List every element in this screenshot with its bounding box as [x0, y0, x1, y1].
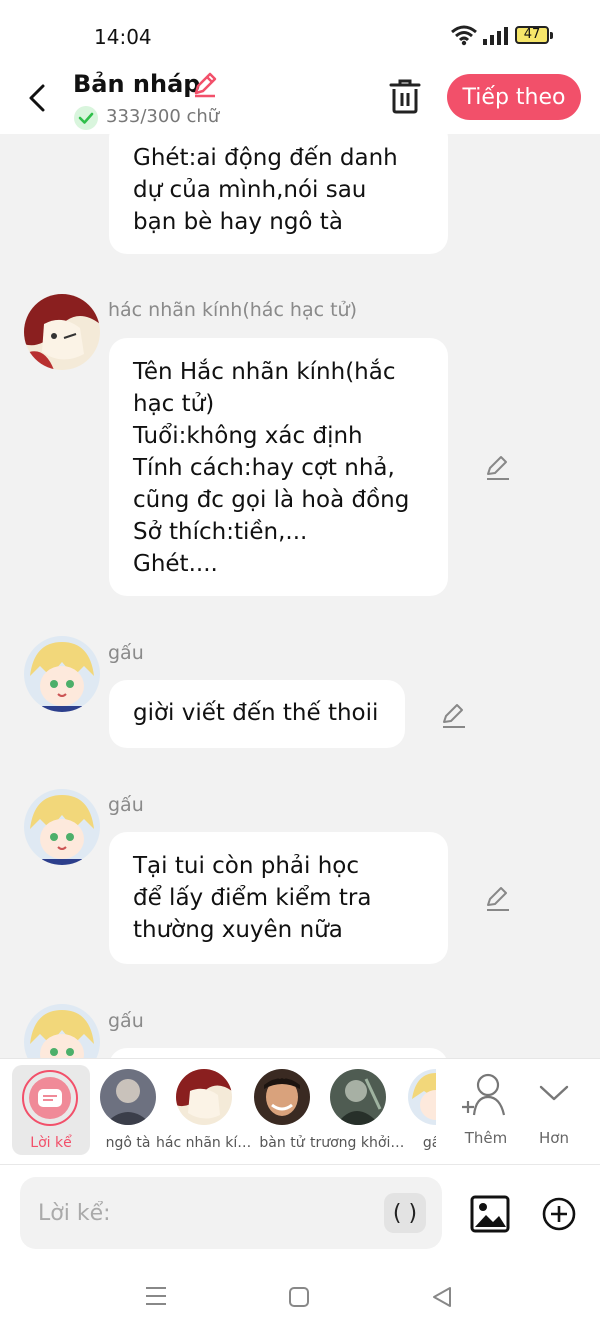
back-icon: [29, 84, 45, 112]
add-character-button[interactable]: Thêm: [456, 1071, 516, 1151]
plus-circle-icon[interactable]: [542, 1197, 576, 1231]
character-avatar: [408, 1069, 436, 1125]
narration-icon-ring: [22, 1070, 78, 1126]
sender-name: hác nhãn kính(hác hạc tử): [108, 299, 358, 321]
system-nav-bar: [0, 1260, 600, 1333]
character-avatar: [176, 1069, 232, 1125]
narration-input[interactable]: [20, 1177, 442, 1249]
signal-icon: [483, 27, 508, 45]
parentheses-button[interactable]: ( ): [384, 1193, 426, 1233]
input-bar: ( ): [0, 1164, 600, 1261]
page-title: Bản nháp: [73, 70, 201, 98]
message-bubble[interactable]: giời viết đến thế thoii: [109, 680, 405, 748]
story-chat-area[interactable]: Ghét:ai động đến danh dự của mình,nói sa…: [0, 134, 600, 1058]
avatar[interactable]: [24, 1004, 100, 1058]
more-button[interactable]: Hơn: [524, 1071, 584, 1151]
character-name: gấu: [422, 1135, 436, 1151]
trash-icon: [389, 79, 421, 114]
user-plus-icon: [462, 1073, 506, 1116]
word-count: 333/300 chữ: [106, 106, 220, 127]
sender-name: gấu: [108, 642, 144, 664]
pencil-icon[interactable]: [191, 70, 219, 98]
image-icon[interactable]: [470, 1195, 510, 1233]
top-bar: Bản nháp 333/300 chữ Tiếp theo: [0, 62, 600, 134]
menu-icon[interactable]: [144, 1284, 168, 1308]
avatar[interactable]: [24, 636, 100, 712]
character-truong-khoi-linh[interactable]: trương khởi linh: [310, 1059, 406, 1157]
avatar[interactable]: [24, 789, 100, 865]
character-gau[interactable]: gấu: [396, 1059, 436, 1157]
chevron-down-icon: [539, 1085, 569, 1101]
character-avatar: [254, 1069, 310, 1125]
battery-level: 47: [523, 27, 541, 42]
message-bubble[interactable]: Tại tui còn phải học để lấy điểm kiểm tr…: [109, 832, 448, 964]
edit-icon[interactable]: [440, 702, 468, 730]
back-triangle-icon[interactable]: [430, 1285, 454, 1309]
edit-icon[interactable]: [484, 885, 512, 913]
wifi-icon: [451, 25, 477, 46]
more-label: Hơn: [539, 1129, 569, 1147]
status-time: 14:04: [94, 25, 152, 49]
sender-name: gấu: [108, 1010, 144, 1032]
narration-icon: [29, 1077, 71, 1119]
avatar[interactable]: [24, 294, 100, 370]
edit-icon[interactable]: [484, 454, 512, 482]
message-bubble[interactable]: Ghét:ai động đến danh dự của mình,nói sa…: [109, 134, 448, 254]
narration-label: Lời kể: [30, 1135, 72, 1151]
back-button[interactable]: [20, 80, 54, 116]
status-bar: 14:04 47: [0, 0, 600, 62]
message-bubble[interactable]: [109, 1048, 448, 1058]
narration-tab[interactable]: Lời kể: [12, 1065, 90, 1155]
check-icon: [74, 106, 98, 130]
home-icon[interactable]: [288, 1286, 310, 1308]
sender-name: gấu: [108, 794, 144, 816]
character-hac-nhan-kinh[interactable]: hác nhãn kính(hác hạc tử): [156, 1059, 252, 1157]
character-bar: Lời kể ngô tà hác nhãn kính(hác hạc tử) …: [0, 1058, 600, 1165]
delete-draft-button[interactable]: [386, 76, 424, 116]
message-bubble[interactable]: Tên Hắc nhãn kính(hắc hạc tử) Tuổi:không…: [109, 338, 448, 596]
battery-icon: 47: [515, 26, 553, 44]
character-avatar: [100, 1069, 156, 1125]
add-character-label: Thêm: [464, 1129, 508, 1147]
character-avatar: [330, 1069, 386, 1125]
next-button[interactable]: Tiếp theo: [447, 74, 581, 120]
character-name: trương khởi linh: [310, 1135, 406, 1151]
